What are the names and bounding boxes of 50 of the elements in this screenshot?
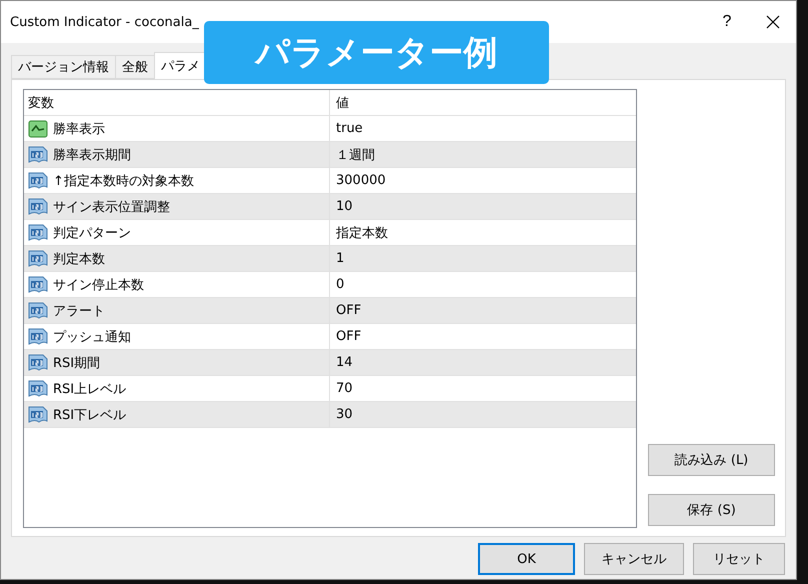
table-cell: 0 [329,272,636,297]
table-cell: １週間 [329,142,636,167]
column-header: 変数 [27,94,55,112]
table-cell: OFF [329,324,636,349]
tab[interactable]: バージョン情報 [11,55,116,79]
tab[interactable]: 全般 [115,55,155,79]
load-button[interactable]: 読み込み (L) [648,444,775,476]
table-cell: 300000 [329,168,636,193]
column-header: 値 [329,90,636,115]
table-cell: OFF [329,298,636,323]
table-cell: RSI下レベル [24,402,329,427]
number-type-icon [28,380,48,398]
table-cell: 1 [329,246,636,271]
table-cell: 勝率表示期間 [24,142,329,167]
tab[interactable]: パラメ [154,52,207,79]
number-type-icon [28,328,48,346]
number-type-icon [28,172,48,190]
table-cell: サイン停止本数 [24,272,329,297]
table-cell: 70 [329,376,636,401]
number-type-icon [28,302,48,320]
window-title: Custom Indicator - coconala_ [10,14,200,30]
close-icon [766,15,780,29]
table-cell: 10 [329,194,636,219]
number-type-icon [28,276,48,294]
number-type-icon [28,406,48,424]
caption-banner: パラメーター例 [204,21,549,84]
table-cell: 14 [329,350,636,375]
number-type-icon [28,146,48,164]
dialog-button[interactable]: リセット [693,543,785,575]
table-cell: RSI上レベル [24,376,329,401]
number-type-icon [28,250,48,268]
number-type-icon [28,224,48,242]
save-button[interactable]: 保存 (S) [648,494,775,526]
table-cell: 30 [329,402,636,427]
number-type-icon [28,354,48,372]
number-type-icon [28,198,48,216]
table-cell: RSI期間 [24,350,329,375]
toggle-icon [28,120,48,138]
dialog-button[interactable]: OK [478,543,575,575]
table-cell: アラート [24,298,329,323]
help-button[interactable]: ? [704,1,750,43]
table-cell: 判定本数 [24,246,329,271]
table-cell: 勝率表示 [24,116,329,141]
table-cell: サイン表示位置調整 [24,194,329,219]
table-cell: 判定パターン [24,220,329,245]
table-cell: true [329,116,636,141]
dialog-button[interactable]: キャンセル [584,543,684,575]
table-cell: プッシュ通知 [24,324,329,349]
table-cell: ↑指定本数時の対象本数 [24,168,329,193]
table-cell: 指定本数 [329,220,636,245]
